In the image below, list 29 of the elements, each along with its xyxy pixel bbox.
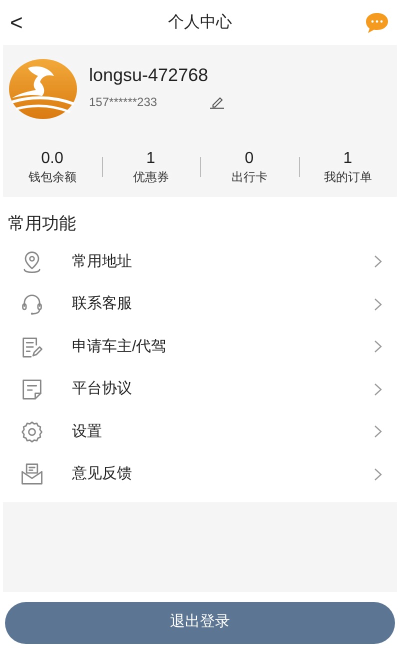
stat-label: 出行卡 — [231, 170, 268, 185]
chevron-right-icon — [374, 425, 382, 438]
menu-item[interactable]: 申请车主/代驾 — [0, 326, 400, 368]
chevron-right-icon — [374, 255, 382, 268]
username: longsu-472768 — [89, 64, 210, 87]
chevron-right-icon — [374, 382, 382, 396]
settings-icon — [19, 418, 45, 445]
logout-button[interactable]: 退出登录 — [5, 602, 395, 644]
mail-icon — [19, 461, 45, 488]
page-title: 个人中心 — [168, 12, 232, 32]
edit-icon[interactable] — [209, 94, 225, 108]
stat-label: 优惠券 — [132, 170, 169, 185]
phone-number: 157******233 — [89, 94, 158, 110]
stat-value: 1 — [146, 149, 156, 169]
back-button[interactable]: < — [6, 12, 27, 34]
stat-label: 我的订单 — [324, 170, 372, 185]
menu-item[interactable]: 设置 — [0, 410, 400, 453]
menu-item[interactable]: 常用地址 — [0, 240, 400, 283]
stat-label: 钱包余额 — [28, 170, 76, 185]
menu-item[interactable]: 平台协议 — [0, 368, 400, 410]
chevron-right-icon — [374, 340, 382, 354]
section-title: 常用功能 — [7, 213, 77, 235]
chevron-right-icon — [374, 298, 382, 311]
stat-value: 1 — [343, 149, 352, 169]
menu-item[interactable]: 联系客服 — [0, 283, 400, 326]
stat-value: 0 — [244, 149, 254, 169]
menu-item[interactable]: 意见反馈 — [0, 453, 400, 496]
chevron-right-icon — [374, 468, 382, 481]
stat-value: 0.0 — [41, 149, 64, 169]
